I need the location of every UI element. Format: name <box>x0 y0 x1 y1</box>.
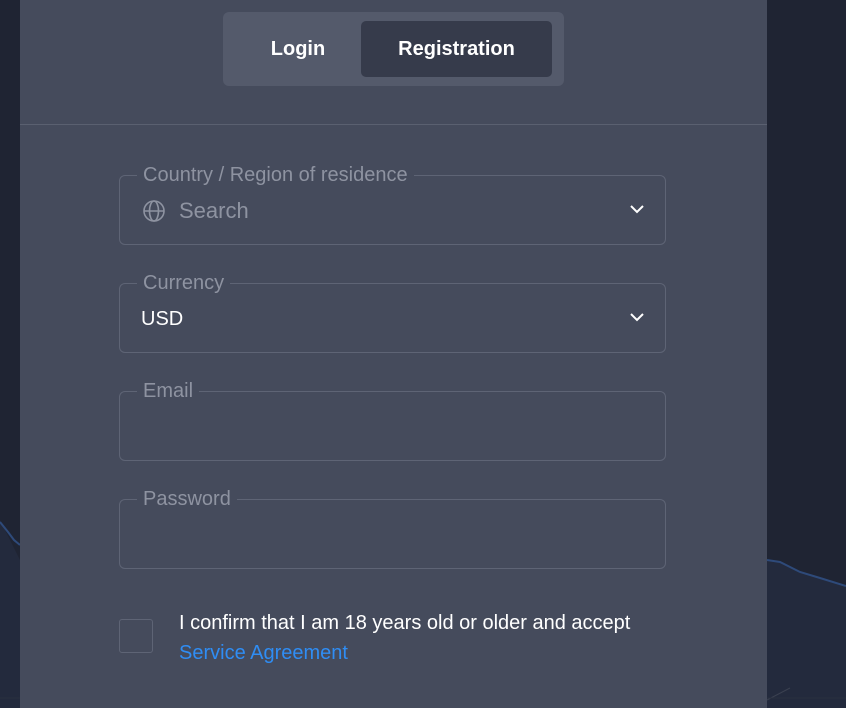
auth-tabs: Login Registration <box>223 12 564 86</box>
password-input[interactable] <box>140 518 645 554</box>
country-label: Country / Region of residence <box>137 163 414 187</box>
service-agreement-link[interactable]: Service Agreement <box>179 638 679 668</box>
email-field: Email <box>119 379 666 461</box>
currency-value: USD <box>141 308 184 330</box>
currency-select[interactable]: Currency USD <box>119 271 666 353</box>
password-field: Password <box>119 487 666 569</box>
country-search-input[interactable]: Search <box>179 197 249 225</box>
email-input[interactable] <box>140 410 645 446</box>
password-label: Password <box>137 487 237 511</box>
currency-label: Currency <box>137 271 231 295</box>
chevron-down-icon[interactable] <box>629 312 645 322</box>
registration-modal: Login Registration Country / Region of r… <box>20 0 767 708</box>
header-divider <box>20 124 767 125</box>
globe-icon <box>143 200 165 222</box>
consent-text: I confirm that I am 18 years old or olde… <box>179 608 679 668</box>
age-consent-checkbox[interactable] <box>119 619 153 653</box>
consent-statement: I confirm that I am 18 years old or olde… <box>179 612 631 634</box>
country-select[interactable]: Country / Region of residence Search <box>119 163 666 245</box>
chevron-down-icon[interactable] <box>629 204 645 214</box>
tab-login[interactable]: Login <box>234 21 362 77</box>
tab-registration[interactable]: Registration <box>361 21 552 77</box>
email-label: Email <box>137 379 200 403</box>
